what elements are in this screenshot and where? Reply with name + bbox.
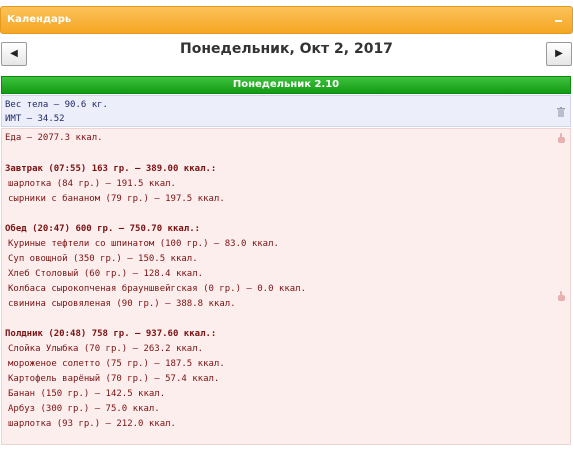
food-item: свинина сыровяленая (90 гр.) – 388.8 кка… [8,299,236,309]
food-panel: Еда – 2077.3 ккал. Завтрак (07:55) 163 г… [1,128,571,445]
bmi-text: ИМТ – 34.52 [5,114,65,124]
meal-header-snack: Полдник (20:48) 758 гр. – 937.60 ккал.: [5,329,217,339]
food-item: шарлотка (93 гр.) – 212.0 ккал. [8,419,176,429]
food-item: Хлеб Столовый (60 гр.) – 128.4 ккал. [8,269,204,279]
day-header: Понедельник 2.10 [1,76,571,94]
next-day-button[interactable]: ▶ [546,42,572,66]
date-title: Понедельник, Окт 2, 2017 [180,41,393,57]
food-item: Колбаса сырокопченая брауншвейгская (0 г… [8,284,307,294]
food-item: шарлотка (84 гр.) – 191.5 ккал. [8,179,176,189]
meal-header-lunch: Обед (20:47) 600 гр. – 750.70 ккал.: [5,224,201,234]
food-item: мороженое солетто (75 гр.) – 187.5 ккал. [8,359,225,369]
food-total: Еда – 2077.3 ккал. [5,133,103,143]
minimize-icon[interactable] [555,20,562,22]
food-item: Картофель варёный (70 гр.) – 57.4 ккал. [8,374,220,384]
trash-icon[interactable] [557,107,565,117]
food-item: Суп овощной (350 гр.) – 150.5 ккал. [8,254,198,264]
food-item: Банан (150 гр.) – 142.5 ккал. [8,389,166,399]
weight-text: Вес тела – 90.6 кг. [5,100,108,110]
date-navigation: ◀ Понедельник, Окт 2, 2017 ▶ [0,34,573,74]
calendar-title: Календарь [7,14,72,25]
meal-header-breakfast: Завтрак (07:55) 163 гр. – 389.00 ккал.: [5,164,217,174]
hand-pointer-icon[interactable] [557,133,566,143]
food-item: Арбуз (300 гр.) – 75.0 ккал. [8,404,160,414]
food-item: Слойка Улыбка (70 гр.) – 263.2 ккал. [8,344,204,354]
hand-pointer-icon[interactable] [557,291,566,301]
body-stats-panel: Вес тела – 90.6 кг. ИМТ – 34.52 [1,95,571,127]
food-item: Куриные тефтели со шпинатом (100 гр.) – … [8,239,279,249]
food-item: сырники с бананом (79 гр.) – 197.5 ккал. [8,194,225,204]
calendar-titlebar: Календарь [0,6,573,34]
